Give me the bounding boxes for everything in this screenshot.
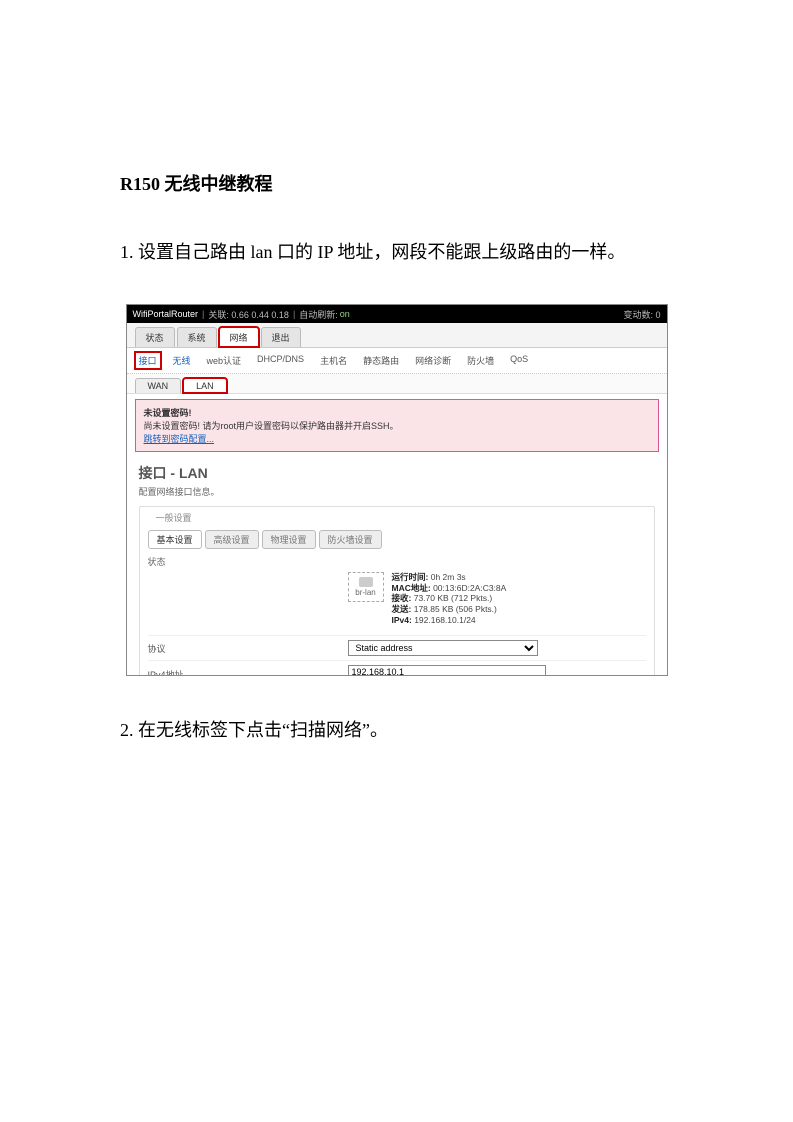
no-password-alert: 未设置密码! 尚未设置密码! 请为root用户设置密码以保护路由器并开启SSH。…	[135, 399, 659, 452]
subnav-webauth[interactable]: web认证	[203, 352, 246, 369]
row-protocol: 协议 Static address	[148, 635, 646, 660]
iface-tab-lan[interactable]: LAN	[183, 378, 227, 393]
main-tabs: 状态 系统 网络 退出	[127, 323, 667, 348]
alert-body: 尚未设置密码! 请为root用户设置密码以保护路由器并开启SSH。	[144, 419, 650, 432]
doc-title: R150 无线中继教程	[120, 170, 673, 196]
ethernet-icon	[359, 577, 373, 587]
subnav-diagnostics[interactable]: 网络诊断	[411, 352, 455, 369]
top-bar: WifiPortalRouter | 关联: 0.66 0.44 0.18 | …	[127, 305, 667, 323]
status-group-title: 状态	[148, 555, 646, 568]
subnav-dhcpdns[interactable]: DHCP/DNS	[253, 352, 308, 369]
innertab-physical[interactable]: 物理设置	[262, 530, 316, 549]
sub-nav: 接口 无线 web认证 DHCP/DNS 主机名 静态路由 网络诊断 防火墙 Q…	[127, 348, 667, 374]
general-settings-fieldset: 一般设置 基本设置 高级设置 物理设置 防火墙设置 状态 br-lan 运行时间…	[139, 506, 655, 676]
innertab-firewall[interactable]: 防火墙设置	[319, 530, 382, 549]
version-label: 关联: 0.66 0.44 0.18	[208, 308, 289, 321]
label-ipv4addr: IPv4地址	[148, 668, 348, 676]
alert-title: 未设置密码!	[144, 406, 650, 419]
autorefresh-label: 自动刷新:	[299, 308, 338, 321]
interface-icon-box: br-lan	[348, 572, 384, 602]
router-admin-screenshot: WifiPortalRouter | 关联: 0.66 0.44 0.18 | …	[126, 304, 668, 676]
iface-tabs: WAN LAN	[127, 374, 667, 394]
autorefresh-state[interactable]: on	[340, 309, 350, 319]
subnav-interfaces[interactable]: 接口	[135, 352, 161, 369]
tab-network[interactable]: 网络	[219, 327, 259, 347]
panel-desc: 配置网络接口信息。	[139, 485, 655, 498]
innertab-advanced[interactable]: 高级设置	[205, 530, 259, 549]
innertab-basic[interactable]: 基本设置	[148, 530, 202, 549]
changes-counter: 变动数: 0	[623, 308, 660, 321]
input-ipv4addr[interactable]	[348, 665, 546, 676]
subnav-qos[interactable]: QoS	[506, 352, 532, 369]
tab-logout[interactable]: 退出	[261, 327, 301, 347]
row-ipv4addr: IPv4地址	[148, 660, 646, 676]
fieldset-legend: 一般设置	[152, 511, 196, 524]
tab-system[interactable]: 系统	[177, 327, 217, 347]
subnav-staticroutes[interactable]: 静态路由	[359, 352, 403, 369]
label-protocol: 协议	[148, 642, 348, 655]
subnav-wireless[interactable]: 无线	[169, 352, 195, 369]
config-inner-tabs: 基本设置 高级设置 物理设置 防火墙设置	[148, 530, 646, 549]
subnav-firewall[interactable]: 防火墙	[463, 352, 498, 369]
select-protocol[interactable]: Static address	[348, 640, 538, 656]
interface-stats: 运行时间: 0h 2m 3s MAC地址: 00:13:6D:2A:C3:8A …	[392, 572, 507, 625]
step-1-text: 1. 设置自己路由 lan 口的 IP 地址，网段不能跟上级路由的一样。	[120, 238, 673, 264]
brand-label: WifiPortalRouter	[133, 309, 199, 319]
panel-heading: 接口 - LAN	[139, 463, 655, 483]
alert-link[interactable]: 跳转到密码配置...	[144, 434, 215, 444]
subnav-hostnames[interactable]: 主机名	[316, 352, 351, 369]
tab-status[interactable]: 状态	[135, 327, 175, 347]
step-2-text: 2. 在无线标签下点击“扫描网络”。	[120, 716, 673, 742]
iface-tab-wan[interactable]: WAN	[135, 378, 182, 393]
interface-name: br-lan	[355, 588, 375, 597]
